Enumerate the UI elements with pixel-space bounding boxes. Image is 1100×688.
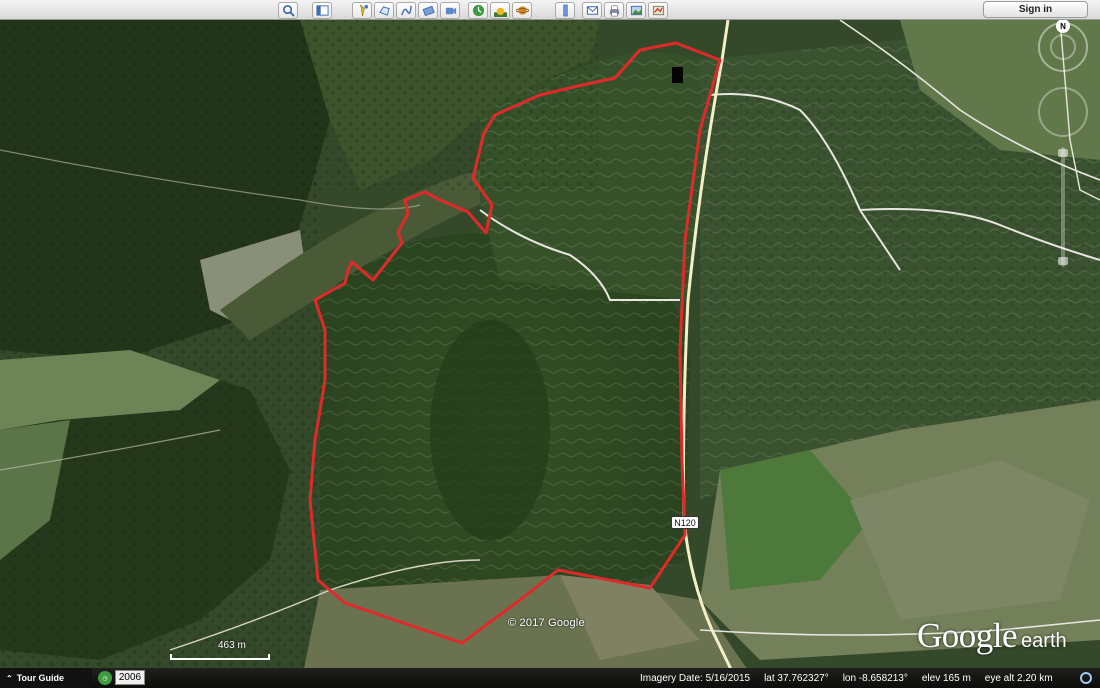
scale-bar [170,654,270,660]
add-polygon-icon [378,5,390,16]
logo-sub-text: earth [1021,630,1067,652]
longitude-readout: lon -8.658213° [842,672,908,684]
historical-imagery-icon [472,4,484,16]
zoom-in-icon[interactable] [1058,149,1068,157]
email-button[interactable] [582,1,602,19]
add-path-icon [400,5,412,15]
eye-altitude-readout: eye alt 2.20 km [984,672,1053,684]
status-bar: ⌃ Tour Guide ◷ 2006 Imagery Date: 5/16/2… [0,668,1100,688]
scale-label: 463 m [218,640,246,651]
navigation-controls: N [1034,20,1094,272]
tour-guide-label: Tour Guide [16,673,65,683]
planets-icon [515,5,529,15]
email-icon [586,5,598,15]
sidebar-toggle-icon [315,4,329,16]
latitude-readout: lat 37.762327° [764,672,829,684]
ruler-icon [562,4,568,16]
map-icon [652,5,664,15]
zoom-slider[interactable] [1058,147,1068,267]
toolbar-group-measure [555,1,575,19]
satellite-imagery[interactable] [0,20,1100,668]
add-path-button[interactable] [396,1,416,19]
look-joystick[interactable] [1050,34,1076,60]
search-button[interactable] [278,1,298,19]
save-image-button[interactable] [626,1,646,19]
status-info: Imagery Date: 5/16/2015 lat 37.762327° l… [640,668,1053,688]
toolbar-group-add [352,1,460,19]
road-label-n120: N120 [671,516,699,529]
toolbar-group-search [278,1,332,19]
record-tour-button[interactable] [440,1,460,19]
map-view[interactable]: N120 © 2017 Google Google earth 463 m N [0,20,1100,668]
search-icon [282,4,295,17]
elevation-readout: elev 165 m [921,672,971,684]
tour-guide-button[interactable]: ⌃ Tour Guide [0,668,92,688]
chevron-up-icon: ⌃ [6,673,13,683]
sunlight-button[interactable] [490,1,510,19]
add-image-overlay-button[interactable] [418,1,438,19]
add-image-overlay-icon [422,5,435,16]
ruler-button[interactable] [555,1,575,19]
toolbar-group-share [582,1,668,19]
move-joystick[interactable] [1038,87,1088,137]
toolbar-separator [300,2,310,19]
historical-imagery-button[interactable] [468,1,488,19]
toolbar: Sign in [0,0,1100,20]
toolbar-group-view [468,1,532,19]
planets-button[interactable] [512,1,532,19]
print-button[interactable] [604,1,624,19]
sunlight-icon [493,7,507,17]
historical-year-selector[interactable]: 2006 [115,670,145,685]
zoom-out-icon[interactable] [1058,257,1068,265]
sign-in-button[interactable]: Sign in [983,1,1088,18]
dark-placemark-marker[interactable] [672,67,683,83]
imagery-date: Imagery Date: 5/16/2015 [640,672,751,684]
add-polygon-button[interactable] [374,1,394,19]
google-earth-logo: Google earth [917,616,1067,656]
logo-main-text: Google [917,616,1018,655]
historical-imagery-clock-icon[interactable]: ◷ [98,671,112,685]
view-in-maps-button[interactable] [648,1,668,19]
add-placemark-icon [359,3,368,16]
add-placemark-button[interactable] [352,1,372,19]
record-tour-icon [445,7,456,14]
print-icon [609,5,619,16]
sidebar-toggle-button[interactable] [312,1,332,19]
imagery-copyright: © 2017 Google [508,617,585,629]
save-image-icon [630,5,642,15]
streaming-progress-icon [1080,672,1092,684]
